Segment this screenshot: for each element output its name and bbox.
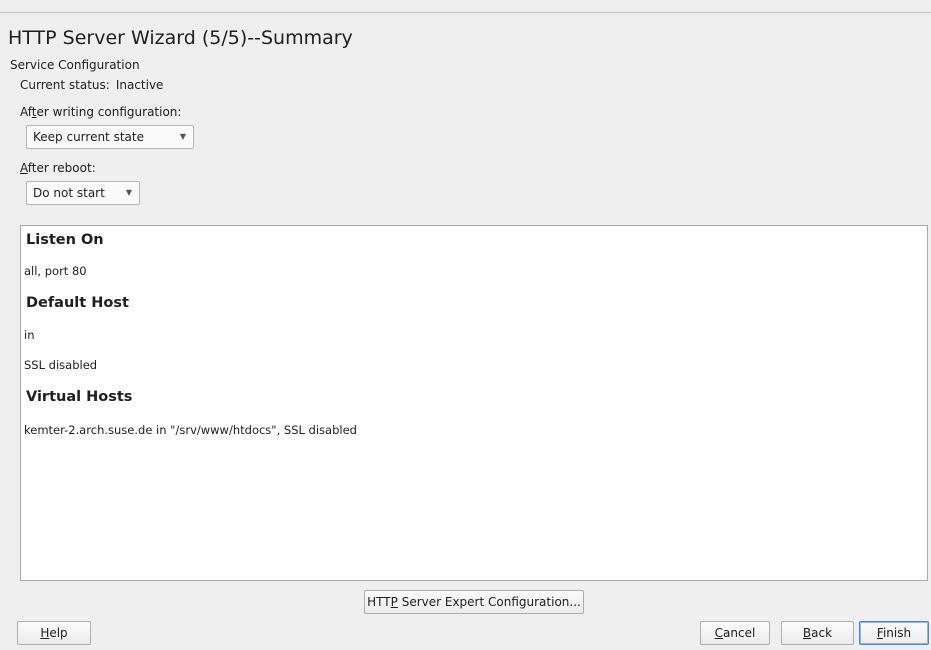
after-writing-label-pre: Af	[20, 105, 32, 119]
listen-on-heading: Listen On	[26, 232, 104, 248]
default-host-ssl: SSL disabled	[24, 358, 98, 372]
after-writing-select[interactable]: Keep current state ▼	[26, 125, 194, 149]
default-host-heading: Default Host	[26, 295, 129, 311]
default-host-value: in	[24, 328, 35, 342]
cancel-post: ancel	[723, 626, 756, 640]
service-configuration-label: Service Configuration	[10, 58, 140, 72]
back-mnemonic: B	[802, 626, 812, 640]
cancel-button[interactable]: Cancel	[700, 621, 770, 645]
expert-button-mnemonic: P	[390, 595, 398, 609]
after-reboot-label: After reboot:	[20, 161, 96, 175]
finish-post: inish	[882, 626, 912, 640]
listen-on-value: all, port 80	[24, 264, 87, 278]
expert-button-pre: HTT	[367, 595, 391, 609]
current-status: Current status: Inactive	[20, 78, 163, 92]
help-post: elp	[49, 626, 68, 640]
after-writing-label-post: er writing configuration:	[36, 105, 182, 119]
current-status-label: Current status:	[20, 78, 110, 92]
chevron-down-icon: ▼	[179, 132, 186, 141]
after-reboot-select[interactable]: Do not start ▼	[26, 181, 140, 205]
after-writing-selected-value: Keep current state	[33, 130, 144, 144]
back-post: ack	[811, 626, 833, 640]
cancel-mnemonic: C	[714, 626, 724, 640]
window-top-divider	[0, 12, 931, 13]
after-reboot-label-post: fter reboot:	[27, 161, 96, 175]
dialog-title: HTTP Server Wizard (5/5)--Summary	[8, 27, 353, 49]
http-server-expert-configuration-button[interactable]: HTTP Server Expert Configuration...	[364, 590, 584, 614]
help-button[interactable]: Help	[17, 621, 91, 645]
help-mnemonic: H	[40, 626, 50, 640]
finish-button[interactable]: Finish	[859, 621, 929, 645]
summary-panel[interactable]: Listen On all, port 80 Default Host in S…	[20, 225, 928, 581]
after-reboot-selected-value: Do not start	[33, 186, 105, 200]
after-reboot-label-mnemonic: A	[20, 161, 28, 175]
virtual-host-entry: kemter-2.arch.suse.de in "/srv/www/htdoc…	[24, 423, 357, 437]
virtual-hosts-heading: Virtual Hosts	[26, 389, 133, 405]
expert-button-post: Server Expert Configuration...	[397, 595, 581, 609]
after-writing-label: After writing configuration:	[20, 105, 181, 119]
back-button[interactable]: Back	[781, 621, 854, 645]
current-status-value: Inactive	[115, 78, 164, 92]
chevron-down-icon: ▼	[125, 188, 132, 197]
